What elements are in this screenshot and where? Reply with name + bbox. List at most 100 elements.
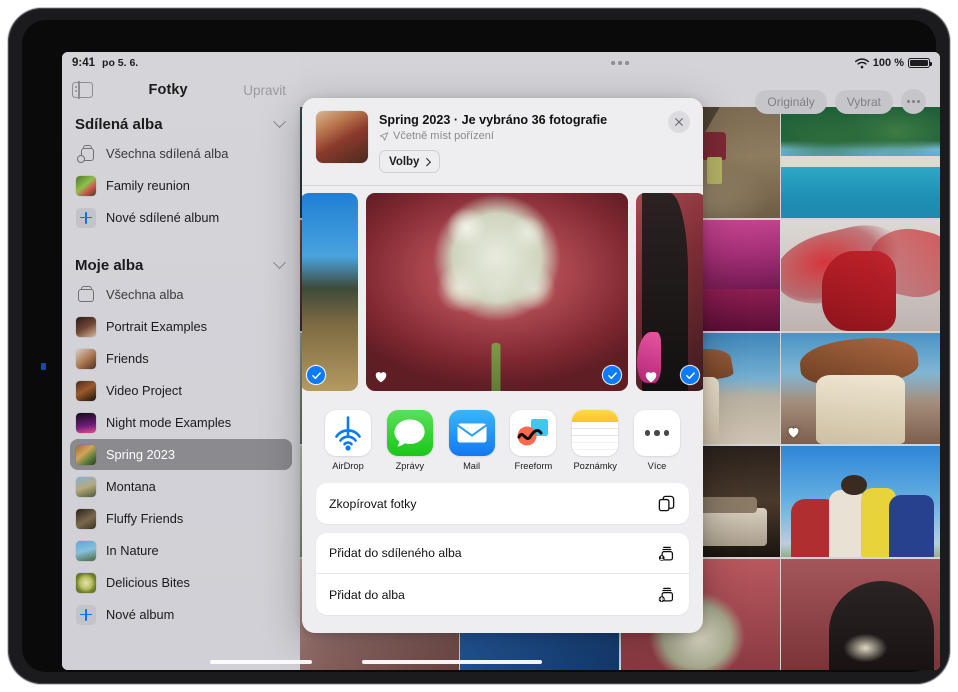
shared-album-icon	[76, 144, 96, 164]
plus-icon	[76, 208, 96, 228]
photo-thumbnail	[316, 111, 368, 163]
sidebar-item-portrait-examples[interactable]: Portrait Examples	[70, 311, 292, 342]
home-indicator-left[interactable]	[210, 660, 312, 665]
sidebar-item-new-album[interactable]: Nové album	[70, 599, 292, 630]
sidebar-item-video-project[interactable]: Video Project	[70, 375, 292, 406]
status-bar: 9:41 po 5. 6. 100 %	[62, 52, 940, 74]
album-thumbnail	[76, 413, 96, 433]
share-sheet-title: Spring 2023 · Je vybráno 36 fotografie	[379, 113, 689, 127]
chevron-down-icon[interactable]	[273, 256, 286, 269]
section-header-shared[interactable]: Sdílená alba	[62, 108, 300, 137]
sidebar-item-fluffy-friends[interactable]: Fluffy Friends	[70, 503, 292, 534]
selected-photos-carousel[interactable]	[302, 186, 703, 398]
sidebar-item-all-shared-albums[interactable]: Všechna sdílená alba	[70, 138, 292, 169]
photo-cell[interactable]	[781, 446, 940, 557]
share-app-label: Freeform	[515, 461, 553, 471]
action-add-to-shared-album[interactable]: Přidat do sdíleného alba	[316, 533, 689, 574]
sidebar-item-label: Montana	[106, 479, 156, 494]
wifi-icon	[855, 58, 869, 69]
sidebar-item-label: Fluffy Friends	[106, 511, 183, 526]
airdrop-icon	[325, 410, 371, 456]
section-header-my-albums[interactable]: Moje alba	[62, 249, 300, 278]
sidebar-item-delicious-bites[interactable]: Delicious Bites	[70, 567, 292, 598]
sidebar-item-spring-2023[interactable]: Spring 2023	[70, 439, 292, 470]
status-date: po 5. 6.	[102, 57, 138, 69]
photo-cell[interactable]	[781, 333, 940, 444]
sidebar-item-label: Delicious Bites	[106, 575, 190, 590]
chevron-right-icon	[423, 158, 431, 166]
share-app-freeform[interactable]: Freeform	[505, 410, 561, 471]
chevron-down-icon[interactable]	[273, 115, 286, 128]
sidebar-item-label: Friends	[106, 351, 149, 366]
sidebar-item-label: Video Project	[106, 383, 182, 398]
action-group: Zkopírovat fotky	[316, 483, 689, 524]
device-bezel: Spring 2023 Originály Vybrat	[8, 8, 950, 684]
sidebar-item-label: Spring 2023	[106, 447, 175, 462]
freeform-icon	[510, 410, 556, 456]
options-button[interactable]: Volby	[379, 150, 440, 173]
sidebar-item-label: Všechna sdílená alba	[106, 146, 228, 161]
carousel-photo[interactable]	[366, 193, 628, 391]
sidebar-item-new-shared-album[interactable]: Nové sdílené album	[70, 202, 292, 233]
album-thumbnail	[76, 509, 96, 529]
favorite-heart-icon	[374, 370, 388, 383]
favorite-heart-icon	[787, 426, 800, 438]
sidebar-item-friends[interactable]: Friends	[70, 343, 292, 374]
status-time: 9:41	[72, 57, 95, 69]
sidebar-item-all-albums[interactable]: Všechna alba	[70, 279, 292, 310]
sidebar-item-night-mode-examples[interactable]: Night mode Examples	[70, 407, 292, 438]
sidebar-item-label: In Nature	[106, 543, 159, 558]
action-copy-photos[interactable]: Zkopírovat fotky	[316, 483, 689, 524]
sidebar-toggle-icon[interactable]	[72, 82, 93, 98]
notes-icon	[572, 410, 618, 456]
album-thumbnail	[76, 381, 96, 401]
close-icon	[674, 117, 684, 127]
share-app-mail[interactable]: Mail	[444, 410, 500, 471]
photo-cell[interactable]	[781, 107, 940, 218]
sidebar-toolbar: Fotky Upravit	[62, 70, 300, 110]
favorite-heart-icon	[644, 370, 658, 383]
carousel-photo[interactable]	[302, 193, 358, 391]
section-title: Moje alba	[75, 257, 143, 274]
sidebar-item-family-reunion[interactable]: Family reunion	[70, 170, 292, 201]
ellipsis-icon[interactable]	[901, 89, 926, 114]
selected-checkmark-icon[interactable]	[603, 366, 621, 384]
battery-icon	[908, 58, 930, 69]
photo-cell[interactable]	[781, 559, 940, 670]
originals-button[interactable]: Originály	[755, 90, 826, 114]
share-apps-row: AirDrop Zprávy	[302, 398, 703, 481]
edit-button[interactable]: Upravit	[243, 83, 286, 98]
close-button[interactable]	[668, 111, 690, 133]
selected-checkmark-icon[interactable]	[681, 366, 699, 384]
sidebar-title: Fotky	[93, 82, 243, 98]
action-add-to-album[interactable]: Přidat do alba	[316, 574, 689, 615]
home-indicator[interactable]	[362, 660, 542, 665]
sidebar-item-label: Nové sdílené album	[106, 210, 219, 225]
mail-icon	[449, 410, 495, 456]
share-sheet-subtitle-row: Včetně míst pořízení	[379, 130, 689, 142]
share-app-airdrop[interactable]: AirDrop	[320, 410, 376, 471]
device-bezel-inner: Spring 2023 Originály Vybrat	[22, 20, 936, 672]
album-add-icon	[657, 585, 676, 604]
sidebar-item-in-nature[interactable]: In Nature	[70, 535, 292, 566]
album-thumbnail	[76, 477, 96, 497]
ipad-device: Spring 2023 Originály Vybrat	[0, 0, 958, 692]
options-label: Volby	[389, 156, 419, 168]
selected-checkmark-icon[interactable]	[307, 366, 325, 384]
share-app-more[interactable]: Více	[629, 410, 685, 471]
share-app-label: Poznámky	[573, 461, 616, 471]
sidebar-item-label: Všechna alba	[106, 287, 184, 302]
plus-icon	[76, 605, 96, 625]
share-sheet: Spring 2023 · Je vybráno 36 fotografie V…	[302, 98, 703, 633]
carousel-photo[interactable]	[636, 193, 703, 391]
share-app-label: AirDrop	[332, 461, 364, 471]
share-app-label: Více	[648, 461, 667, 471]
photo-cell[interactable]	[781, 220, 940, 331]
status-bar-left: 9:41 po 5. 6.	[72, 57, 138, 69]
share-app-notes[interactable]: Poznámky	[567, 410, 623, 471]
select-button[interactable]: Vybrat	[835, 90, 893, 114]
sidebar-item-montana[interactable]: Montana	[70, 471, 292, 502]
share-app-messages[interactable]: Zprávy	[382, 410, 438, 471]
screen-speck	[41, 363, 46, 370]
action-label: Zkopírovat fotky	[329, 497, 416, 511]
